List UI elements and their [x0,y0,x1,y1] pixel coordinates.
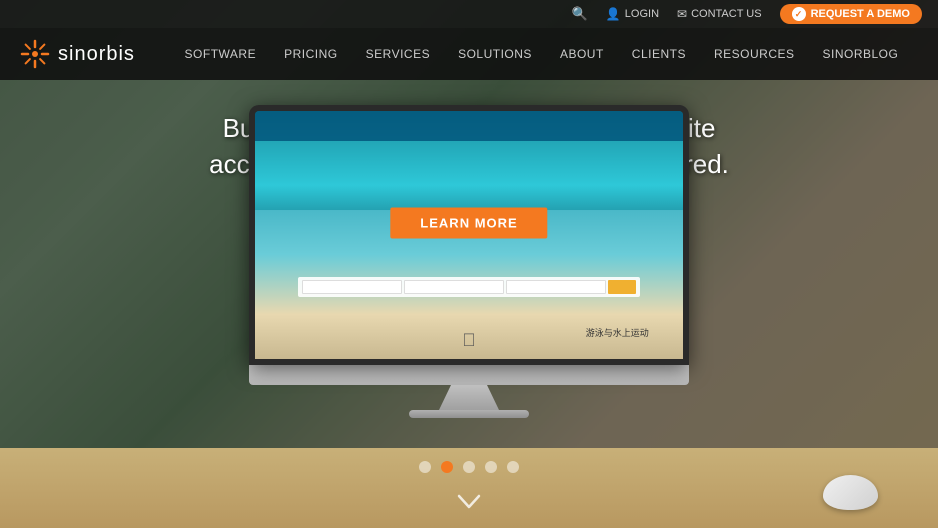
monitor-wrapper: 游泳与水上运动 LEARN MORE  [229,105,709,418]
nav-links: SOFTWARE PRICING SERVICES SOLUTIONS ABOU… [165,47,918,61]
request-demo-button[interactable]: ✓ REQUEST A DEMO [780,4,922,24]
nav-sinorblog[interactable]: SINORBLOG [809,47,913,61]
monitor-stand [439,385,499,410]
contact-link[interactable]: ✉ CONTACT US [677,7,762,21]
nav-resources[interactable]: RESOURCES [700,47,809,61]
nav-clients[interactable]: CLIENTS [618,47,700,61]
screen-chinese-text: 游泳与水上运动 [586,326,649,339]
check-icon: ✓ [792,7,806,21]
screen-search-field-1 [302,280,402,294]
nav-solutions[interactable]: SOLUTIONS [444,47,546,61]
logo-text: sinorbis [58,43,135,66]
slider-dot-3[interactable] [463,461,475,473]
monitor: 游泳与水上运动 LEARN MORE  [249,105,689,365]
monitor-chin [249,365,689,385]
screen-learn-more-button[interactable]: LEARN MORE [390,207,547,238]
slider-dot-5[interactable] [507,461,519,473]
slider-dots [419,461,519,473]
user-icon: 👤 [606,7,621,21]
nav-pricing[interactable]: PRICING [270,47,352,61]
screen-search-bar [298,277,640,297]
screen-search-field-3 [506,280,606,294]
slider-dot-2[interactable] [441,461,453,473]
screen-search-field-2 [404,280,504,294]
slider-dot-1[interactable] [419,461,431,473]
monitor-base [409,410,529,418]
nav-services[interactable]: SERVICES [352,47,444,61]
mouse [823,475,878,510]
screen-search-button [608,280,636,294]
search-icon[interactable]: 🔍 [572,6,588,22]
nav-about[interactable]: ABOUT [546,47,618,61]
navbar: sinorbis SOFTWARE PRICING SERVICES SOLUT… [0,28,938,80]
envelope-icon: ✉ [677,7,687,21]
apple-logo-icon:  [462,330,476,351]
nav-software[interactable]: SOFTWARE [171,47,271,61]
login-link[interactable]: 👤 LOGIN [606,7,659,21]
monitor-screen: 游泳与水上运动 LEARN MORE  [255,111,683,359]
topbar: 🔍 👤 LOGIN ✉ CONTACT US ✓ REQUEST A DEMO [0,0,938,28]
screen-top-bar [255,111,683,141]
scroll-down-arrow[interactable] [457,493,481,516]
logo[interactable]: sinorbis [20,39,135,69]
slider-dot-4[interactable] [485,461,497,473]
logo-icon [20,39,50,69]
